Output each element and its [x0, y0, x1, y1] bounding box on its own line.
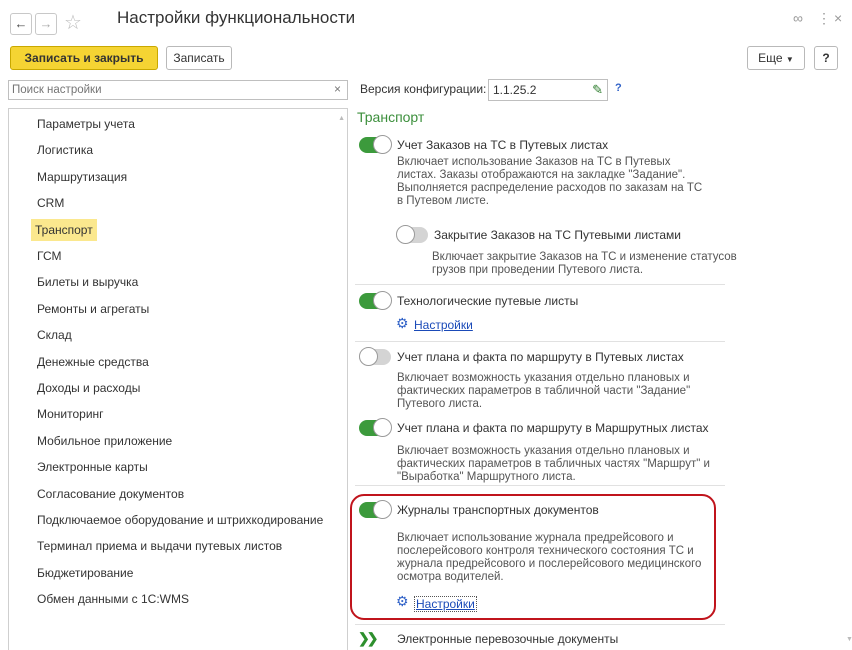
toggle-technological-waybills[interactable]	[359, 291, 392, 310]
title-bar: ← → ☆ Настройки функциональности ∞ ⋮ ×	[0, 0, 852, 40]
clear-search-icon[interactable]: ×	[334, 82, 341, 96]
sidebar-item[interactable]: CRM	[33, 192, 68, 214]
wrench-icon: ⚙	[396, 593, 409, 609]
sidebar-item[interactable]: Склад	[33, 324, 76, 346]
option-label: Электронные перевозочные документы	[397, 632, 619, 646]
sidebar-item[interactable]: Мобильное приложение	[33, 430, 176, 452]
edit-pencil-icon[interactable]: ✎	[592, 80, 603, 100]
link-icon[interactable]: ∞	[793, 10, 803, 26]
scroll-up-icon[interactable]: ▲	[338, 115, 345, 122]
settings-link[interactable]: Настройки	[414, 318, 473, 332]
back-button[interactable]: ←	[10, 13, 32, 35]
section-title: Транспорт	[357, 109, 425, 125]
sidebar-item[interactable]: Доходы и расходы	[33, 377, 144, 399]
config-version-value: 1.1.25.2	[493, 83, 537, 97]
separator	[355, 485, 725, 486]
sidebar-item[interactable]: Бюджетирование	[33, 562, 137, 584]
sidebar-item[interactable]: Параметры учета	[33, 113, 139, 135]
forward-button[interactable]: →	[35, 13, 57, 35]
close-icon[interactable]: ×	[834, 10, 842, 26]
scroll-down-icon[interactable]: ▼	[846, 636, 852, 643]
option-label: Технологические путевые листы	[397, 294, 579, 308]
separator	[355, 624, 725, 625]
more-button[interactable]: Еще ▼	[747, 46, 805, 70]
chevron-down-icon: ▼	[785, 55, 794, 64]
toggle-transport-journals[interactable]	[359, 500, 392, 519]
separator	[355, 341, 725, 342]
wrench-icon: ⚙	[396, 315, 409, 331]
sidebar-item[interactable]: Обмен данными с 1С:WMS	[33, 588, 193, 610]
option-label: Учет Заказов на ТС в Путевых листах	[397, 138, 609, 152]
sidebar-item[interactable]: Ремонты и агрегаты	[33, 298, 153, 320]
option-description: Включает использование Заказов на ТС в П…	[397, 156, 703, 207]
option-description: Включает возможность указания отдельно п…	[397, 445, 710, 483]
sidebar-item[interactable]: Денежные средства	[33, 351, 153, 373]
option-label: Учет плана и факта по маршруту в Маршрут…	[397, 421, 709, 435]
double-chevron-icon[interactable]: ❯❯	[358, 630, 379, 647]
settings-link-journals[interactable]: Настройки	[414, 596, 477, 612]
sidebar-item[interactable]: Транспорт	[31, 218, 97, 241]
option-label: Учет плана и факта по маршруту в Путевых…	[397, 350, 684, 364]
sidebar-item[interactable]: Билеты и выручка	[33, 271, 142, 293]
toggle-plan-fact-route-sheets[interactable]	[359, 418, 392, 437]
toggle-orders-in-waybills[interactable]	[359, 135, 392, 154]
sidebar-item[interactable]: Терминал приема и выдачи путевых листов	[33, 535, 286, 557]
save-button[interactable]: Записать	[166, 46, 232, 70]
sidebar-item[interactable]: Согласование документов	[33, 483, 188, 505]
sidebar-item[interactable]: Мониторинг	[33, 403, 108, 425]
toggle-plan-fact-waybills[interactable]	[359, 347, 391, 366]
config-help-icon[interactable]: ?	[615, 82, 622, 94]
arrow-right-icon: →	[39, 16, 53, 31]
search-input[interactable]	[9, 81, 315, 98]
more-vertical-icon[interactable]: ⋮	[817, 10, 831, 27]
arrow-left-icon: ←	[14, 16, 28, 31]
sidebar-item[interactable]: ГСМ	[33, 245, 66, 267]
sidebar-item[interactable]: Электронные карты	[33, 456, 152, 478]
separator	[355, 284, 725, 285]
save-and-close-button[interactable]: Записать и закрыть	[10, 46, 158, 70]
option-description: Включает возможность указания отдельно п…	[397, 372, 691, 410]
toggle-close-orders[interactable]	[396, 225, 428, 244]
more-label: Еще	[758, 51, 783, 65]
sidebar-item[interactable]: Логистика	[33, 139, 97, 161]
search-field[interactable]: ×	[8, 80, 348, 100]
config-version-field[interactable]: 1.1.25.2 ✎	[488, 79, 608, 101]
option-description: Включает использование журнала предрейсо…	[397, 532, 702, 583]
help-button[interactable]: ?	[814, 46, 838, 70]
window-title: Настройки функциональности	[117, 8, 356, 27]
star-icon[interactable]: ☆	[64, 10, 82, 35]
sidebar-item[interactable]: Подключаемое оборудование и штрихкодиров…	[33, 509, 327, 531]
option-description: Включает закрытие Заказов на ТС и измене…	[432, 251, 737, 276]
sidebar-item[interactable]: Маршрутизация	[33, 166, 131, 188]
config-version-label: Версия конфигурации:	[360, 82, 487, 96]
option-label: Закрытие Заказов на ТС Путевыми листами	[434, 228, 682, 242]
option-label: Журналы транспортных документов	[397, 503, 599, 517]
